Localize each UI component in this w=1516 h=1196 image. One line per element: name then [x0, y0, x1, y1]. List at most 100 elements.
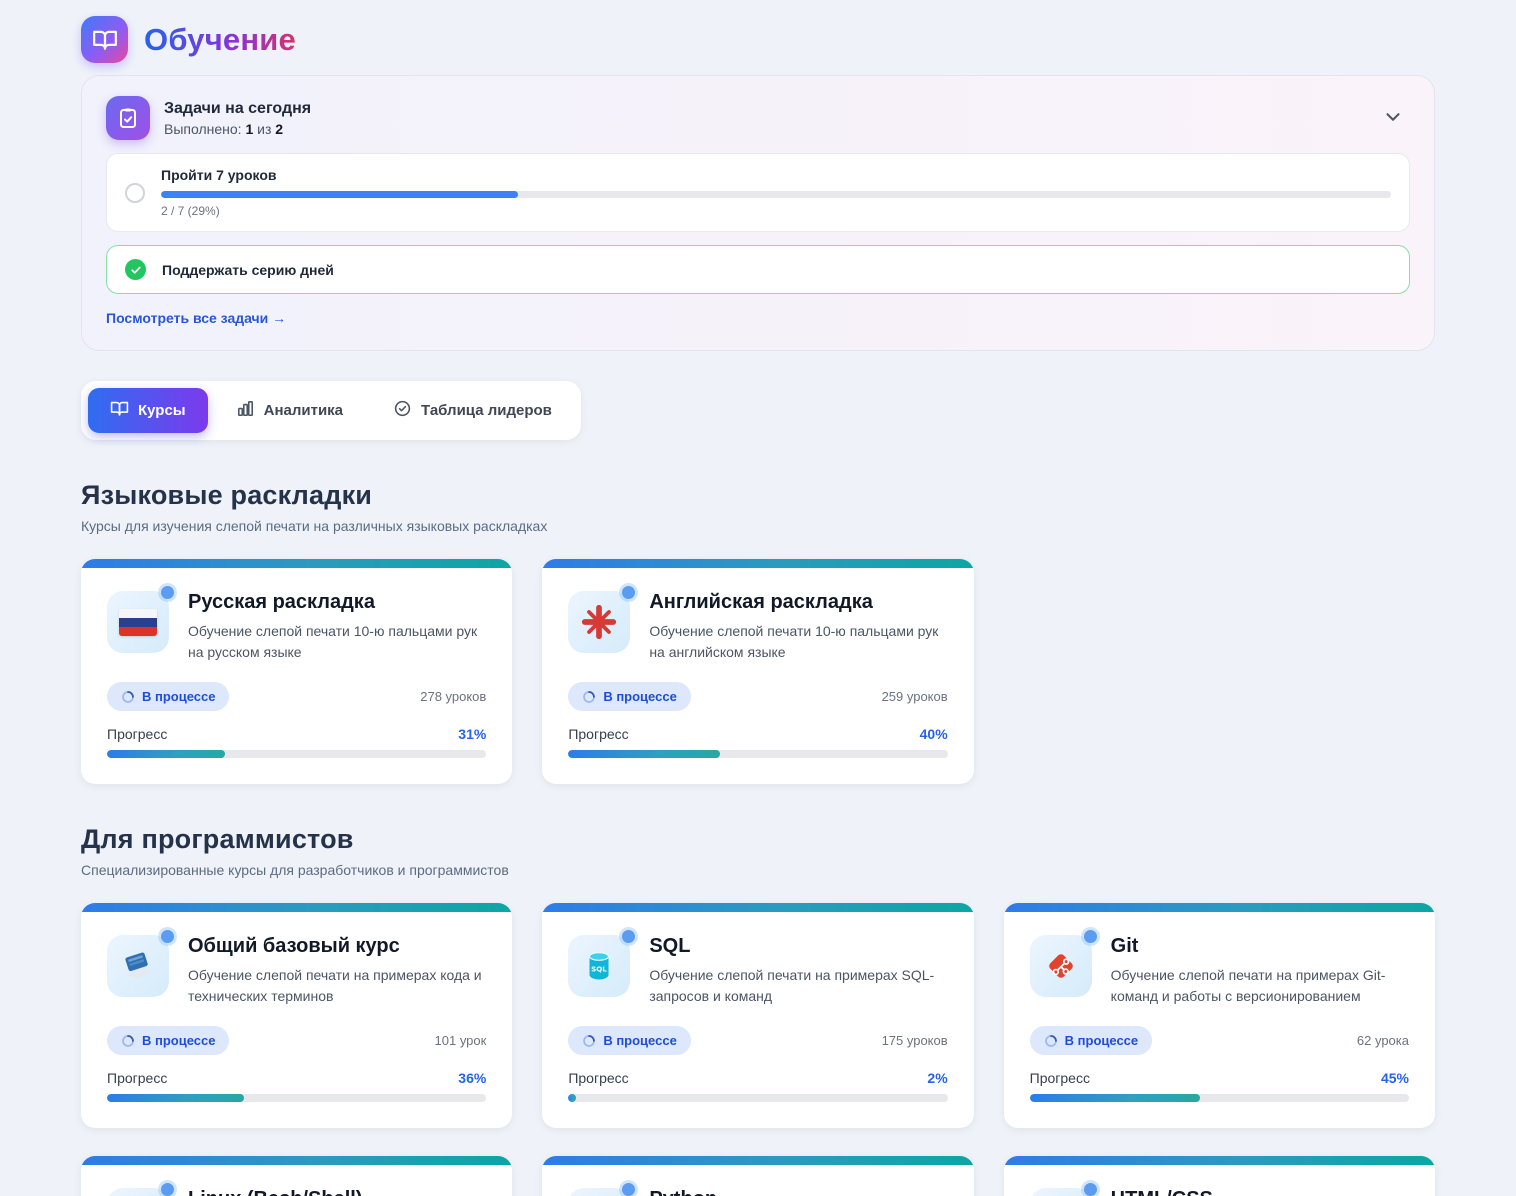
status-dot [1084, 930, 1097, 943]
progress-fill [107, 1094, 244, 1102]
status-dot [622, 586, 635, 599]
completed-label: Выполнено: [164, 121, 242, 137]
section-title: Для программистов [81, 824, 1435, 855]
spinner-icon [582, 1034, 596, 1048]
badge-label: В процессе [603, 689, 676, 704]
progress-label: Прогресс [1030, 1070, 1090, 1086]
task-body: Пройти 7 уроков 2 / 7 (29%) [161, 167, 1391, 218]
total-count: 2 [275, 121, 283, 137]
task-unchecked-circle[interactable] [125, 183, 145, 203]
progress-fill [568, 1094, 576, 1102]
tab-bar: Курсы Аналитика Таблица лидеров [81, 381, 581, 440]
book-icon [81, 16, 128, 63]
task-label: Поддержать серию дней [162, 262, 1391, 278]
status-dot [161, 930, 174, 943]
course-title: Русская раскладка [188, 591, 486, 614]
status-badge: В процессе [568, 682, 690, 711]
bash-cube-icon: $ [107, 1188, 169, 1196]
progress-label: Прогресс [568, 726, 628, 742]
svg-text:SQL: SQL [591, 965, 607, 974]
course-title: HTML/CSS [1111, 1188, 1409, 1196]
section-title: Языковые раскладки [81, 480, 1435, 511]
course-card-htmlcss[interactable]: 5 3 HTML/CSS Обучение слепой печати на п… [1004, 1156, 1435, 1196]
task-progress-fill [161, 191, 518, 198]
tab-analytics[interactable]: Аналитика [214, 388, 365, 433]
task-progress-caption: 2 / 7 (29%) [161, 204, 1391, 218]
progress-percent: 36% [458, 1070, 486, 1086]
course-card-russian[interactable]: Русская раскладка Обучение слепой печати… [81, 559, 512, 784]
section-programmers: Для программистов Специализированные кур… [81, 824, 1435, 878]
course-title: Git [1111, 935, 1409, 958]
tab-courses[interactable]: Курсы [88, 388, 208, 433]
of-label: из [257, 121, 271, 137]
progress-track [1030, 1094, 1409, 1102]
learning-page: Обучение Задачи на сегодня Выполнено: 1 … [0, 0, 1516, 1196]
progress-fill [568, 750, 720, 758]
progress-percent: 45% [1381, 1070, 1409, 1086]
task-body: Поддержать серию дней [162, 262, 1391, 278]
status-dot [161, 1183, 174, 1196]
badge-label: В процессе [1065, 1033, 1138, 1048]
tasks-header: Задачи на сегодня Выполнено: 1 из 2 [106, 96, 1410, 140]
card-accent-bar [1004, 903, 1435, 912]
course-card-python[interactable]: Python Обучение слепой печати на примера… [542, 1156, 973, 1196]
progress-percent: 31% [458, 726, 486, 742]
card-accent-bar [1004, 1156, 1435, 1165]
spinner-icon [582, 690, 596, 704]
task-check-icon[interactable] [125, 259, 146, 280]
course-description: Обучение слепой печати на примерах SQL-з… [649, 965, 947, 1007]
lessons-count: 175 уроков [882, 1033, 948, 1048]
spinner-icon [121, 1034, 135, 1048]
tab-leaderboard[interactable]: Таблица лидеров [371, 388, 574, 433]
html5-logo-icon: 5 3 [1030, 1188, 1092, 1196]
progress-percent: 2% [927, 1070, 947, 1086]
tab-label: Курсы [138, 402, 186, 419]
status-badge: В процессе [568, 1026, 690, 1055]
course-card-linux[interactable]: $ Linux (Bash/Shell) Обучение слепой печ… [81, 1156, 512, 1196]
course-description: Обучение слепой печати на примерах Git-к… [1111, 965, 1409, 1007]
task-label: Пройти 7 уроков [161, 167, 1391, 183]
course-card-git[interactable]: Git Обучение слепой печати на примерах G… [1004, 903, 1435, 1128]
programmers-card-grid: Общий базовый курс Обучение слепой печат… [81, 903, 1435, 1196]
view-all-tasks-link[interactable]: Посмотреть все задачи → [106, 310, 286, 326]
progress-fill [1030, 1094, 1201, 1102]
tab-label: Аналитика [264, 402, 343, 419]
section-layouts: Языковые раскладки Курсы для изучения сл… [81, 480, 1435, 534]
course-card-general[interactable]: Общий базовый курс Обучение слепой печат… [81, 903, 512, 1128]
flag-russia-icon [107, 591, 169, 653]
course-card-sql[interactable]: SQL SQL Обучение слепой печати на пример… [542, 903, 973, 1128]
section-subtitle: Специализированные курсы для разработчик… [81, 862, 1435, 878]
tasks-title: Задачи на сегодня [164, 100, 1376, 118]
completed-count: 1 [245, 121, 253, 137]
chevron-down-icon[interactable] [1376, 100, 1410, 137]
task-progress-track [161, 191, 1391, 198]
card-accent-bar [542, 1156, 973, 1165]
lessons-count: 62 урока [1357, 1033, 1409, 1048]
python-logo-icon [568, 1188, 630, 1196]
clipboard-check-icon [106, 96, 150, 140]
layouts-card-grid: Русская раскладка Обучение слепой печати… [81, 559, 1435, 784]
progress-percent: 40% [920, 726, 948, 742]
keyboard-3d-icon [107, 935, 169, 997]
task-row-lessons[interactable]: Пройти 7 уроков 2 / 7 (29%) [106, 153, 1410, 232]
course-description: Обучение слепой печати 10-ю пальцами рук… [649, 621, 947, 663]
section-subtitle: Курсы для изучения слепой печати на разл… [81, 518, 1435, 534]
course-title: SQL [649, 935, 947, 958]
lessons-count: 278 уроков [420, 689, 486, 704]
card-accent-bar [81, 1156, 512, 1165]
lessons-count: 101 урок [435, 1033, 487, 1048]
progress-track [568, 750, 947, 758]
course-card-english[interactable]: Английская раскладка Обучение слепой печ… [542, 559, 973, 784]
progress-track [568, 1094, 947, 1102]
card-accent-bar [81, 559, 512, 568]
task-row-streak[interactable]: Поддержать серию дней [106, 245, 1410, 294]
status-badge: В процессе [107, 682, 229, 711]
spinner-icon [121, 690, 135, 704]
bar-chart-icon [236, 399, 255, 422]
status-dot [622, 930, 635, 943]
progress-label: Прогресс [568, 1070, 628, 1086]
card-accent-bar [542, 903, 973, 912]
book-icon [110, 399, 129, 422]
lessons-count: 259 уроков [882, 689, 948, 704]
status-badge: В процессе [1030, 1026, 1152, 1055]
